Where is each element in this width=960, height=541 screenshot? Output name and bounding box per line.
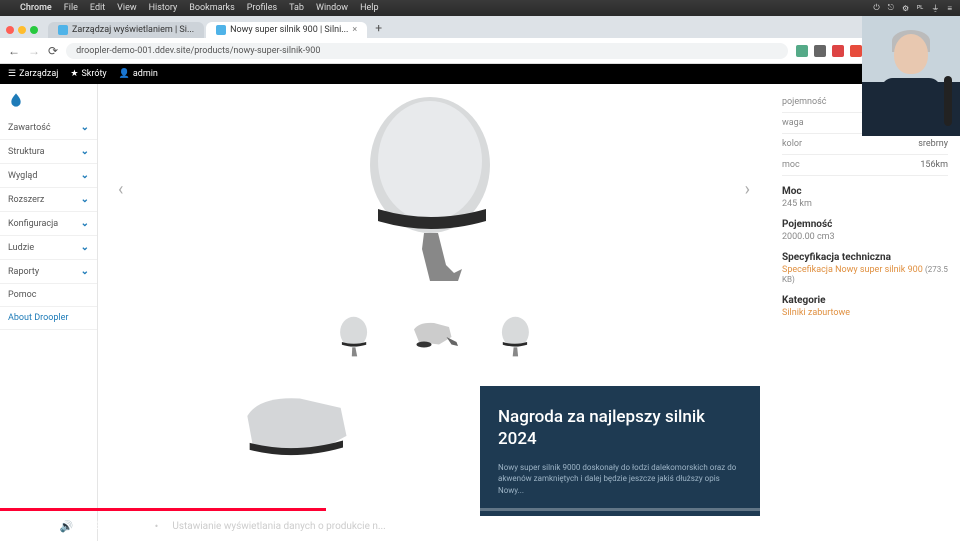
chevron-down-icon: ⌄ bbox=[81, 266, 89, 277]
spec-link[interactable]: Specefikacja Nowy super silnik 900 bbox=[782, 265, 923, 275]
sidebar-item-help[interactable]: Pomoc bbox=[0, 284, 97, 307]
block-kat: KategorieSilniki zaburtowe bbox=[782, 295, 948, 318]
new-tab-button[interactable]: + bbox=[369, 21, 388, 35]
sidebar-item-about[interactable]: About Droopler bbox=[0, 307, 97, 330]
chevron-down-icon: ⌄ bbox=[81, 242, 89, 253]
chrome-tabstrip: Zarządzaj wyświetlaniem | Si... Nowy sup… bbox=[0, 16, 960, 38]
menubar-right: ⏻⎋⚙ᴾᴸ⏚≡ bbox=[873, 3, 952, 14]
theater-button[interactable]: ▭ bbox=[916, 520, 926, 533]
thumb-1[interactable] bbox=[319, 302, 389, 372]
menu-history[interactable]: History bbox=[149, 3, 178, 13]
manage-button[interactable]: ☰ Zarządzaj bbox=[8, 69, 58, 79]
close-tab-icon[interactable]: × bbox=[352, 25, 357, 35]
sidebar-item-structure[interactable]: Struktura⌄ bbox=[0, 140, 97, 164]
chevron-down-icon: ⌄ bbox=[81, 194, 89, 205]
chevron-down-icon: ⌄ bbox=[81, 170, 89, 181]
thumbnails bbox=[108, 302, 760, 372]
admin-sidebar: Zawartość⌄ Struktura⌄ Wygląd⌄ Rozszerz⌄ … bbox=[0, 84, 98, 541]
macos-menubar: Chrome File Edit View History Bookmarks … bbox=[0, 0, 960, 16]
spec-row: moc156km bbox=[782, 155, 948, 176]
miniplayer-button[interactable]: ⧉ bbox=[894, 519, 902, 533]
autoplay-toggle[interactable]: ▶ bbox=[804, 520, 822, 533]
chevron-down-icon: ⌄ bbox=[81, 146, 89, 157]
channel-watermark-icon[interactable] bbox=[922, 475, 948, 497]
settings-button[interactable]: ⚙ bbox=[870, 520, 880, 533]
menu-window[interactable]: Window bbox=[316, 3, 348, 13]
motor-image bbox=[334, 89, 534, 289]
drupal-logo-icon[interactable] bbox=[0, 88, 97, 116]
banner-title: Nagroda za najlepszy silnik 2024 bbox=[498, 406, 742, 450]
block-moc: Moc245 km bbox=[782, 186, 948, 209]
tab-label: Nowy super silnik 900 | Silni... bbox=[230, 25, 348, 35]
minimize-icon[interactable] bbox=[18, 26, 26, 34]
lower-section: Nagroda za najlepszy silnik 2024 Nowy su… bbox=[108, 386, 760, 516]
ext-icon[interactable] bbox=[850, 45, 862, 57]
tab-2-active[interactable]: Nowy super silnik 900 | Silni... × bbox=[206, 22, 367, 38]
back-button[interactable]: ← bbox=[8, 44, 20, 58]
menu-tab[interactable]: Tab bbox=[289, 3, 304, 13]
menu-profiles[interactable]: Profiles bbox=[247, 3, 277, 13]
chevron-down-icon: ⌄ bbox=[81, 218, 89, 229]
banner-desc: Nowy super silnik 9000 doskonały do łodz… bbox=[498, 462, 742, 496]
ext-icon[interactable] bbox=[796, 45, 808, 57]
menu-view[interactable]: View bbox=[117, 3, 136, 13]
page-content: Zawartość⌄ Struktura⌄ Wygląd⌄ Rozszerz⌄ … bbox=[0, 84, 960, 541]
app-name[interactable]: Chrome bbox=[20, 3, 52, 13]
reload-button[interactable]: ⟳ bbox=[48, 44, 58, 58]
volume-button[interactable]: 🔊 bbox=[60, 520, 74, 533]
next-button[interactable]: › bbox=[745, 179, 750, 200]
window-controls[interactable] bbox=[6, 26, 38, 34]
thumb-3[interactable] bbox=[479, 302, 549, 372]
menu-edit[interactable]: Edit bbox=[90, 3, 105, 13]
tab-1[interactable]: Zarządzaj wyświetlaniem | Si... bbox=[48, 22, 204, 38]
block-spec: Specyfikacja technicznaSpecefikacja Nowy… bbox=[782, 252, 948, 285]
menu-bookmarks[interactable]: Bookmarks bbox=[189, 3, 234, 13]
product-specs: pojemność2000cm3 waga145kg kolorsrebrny … bbox=[770, 84, 960, 541]
play-button[interactable]: ▶ bbox=[12, 520, 20, 533]
main-image: ‹ › bbox=[108, 84, 760, 294]
thumb-2[interactable] bbox=[399, 302, 469, 372]
main-area: ‹ › Nagroda za najlepszy si bbox=[98, 84, 960, 541]
shortcuts-button[interactable]: ★ Skróty bbox=[70, 69, 106, 79]
menu-help[interactable]: Help bbox=[360, 3, 378, 13]
user-button[interactable]: 👤 admin bbox=[119, 69, 158, 79]
chevron-down-icon: ⌄ bbox=[81, 122, 89, 133]
webcam-overlay bbox=[862, 16, 960, 136]
chrome-toolbar: ← → ⟳ droopler-demo-001.ddev.site/produc… bbox=[0, 38, 960, 64]
favicon-icon bbox=[216, 25, 226, 35]
favicon-icon bbox=[58, 25, 68, 35]
address-bar[interactable]: droopler-demo-001.ddev.site/products/now… bbox=[66, 43, 788, 59]
maximize-icon[interactable] bbox=[30, 26, 38, 34]
youtube-controls: ▶ ▶| 🔊 9:38 / 28:30 • Ustawianie wyświet… bbox=[0, 511, 960, 541]
lower-image bbox=[108, 386, 480, 516]
tab-label: Zarządzaj wyświetlaniem | Si... bbox=[72, 25, 194, 35]
sidebar-item-people[interactable]: Ludzie⌄ bbox=[0, 236, 97, 260]
product-gallery: ‹ › Nagroda za najlepszy si bbox=[98, 84, 770, 541]
spec-row: kolorsrebrny bbox=[782, 134, 948, 155]
captions-button[interactable]: CC bbox=[836, 520, 856, 532]
sidebar-item-config[interactable]: Konfiguracja⌄ bbox=[0, 212, 97, 236]
drupal-admin-bar: ☰ Zarządzaj ★ Skróty 👤 admin bbox=[0, 64, 960, 84]
forward-button[interactable]: → bbox=[28, 44, 40, 58]
prev-button[interactable]: ‹ bbox=[118, 179, 123, 200]
sidebar-item-extend[interactable]: Rozszerz⌄ bbox=[0, 188, 97, 212]
menu-file[interactable]: File bbox=[64, 3, 78, 13]
sidebar-item-appearance[interactable]: Wygląd⌄ bbox=[0, 164, 97, 188]
video-title: Ustawianie wyświetlania danych o produkc… bbox=[172, 521, 385, 532]
fullscreen-button[interactable]: ⛶ bbox=[940, 519, 948, 533]
ext-icon[interactable] bbox=[814, 45, 826, 57]
award-banner: Nagroda za najlepszy silnik 2024 Nowy su… bbox=[480, 386, 760, 516]
block-poj: Pojemność2000.00 cm3 bbox=[782, 219, 948, 242]
time-display: 9:38 / 28:30 bbox=[87, 521, 140, 532]
category-link[interactable]: Silniki zaburtowe bbox=[782, 308, 850, 318]
close-icon[interactable] bbox=[6, 26, 14, 34]
ext-icon[interactable] bbox=[832, 45, 844, 57]
sidebar-item-reports[interactable]: Raporty⌄ bbox=[0, 260, 97, 284]
next-button[interactable]: ▶| bbox=[34, 520, 45, 533]
sidebar-item-content[interactable]: Zawartość⌄ bbox=[0, 116, 97, 140]
